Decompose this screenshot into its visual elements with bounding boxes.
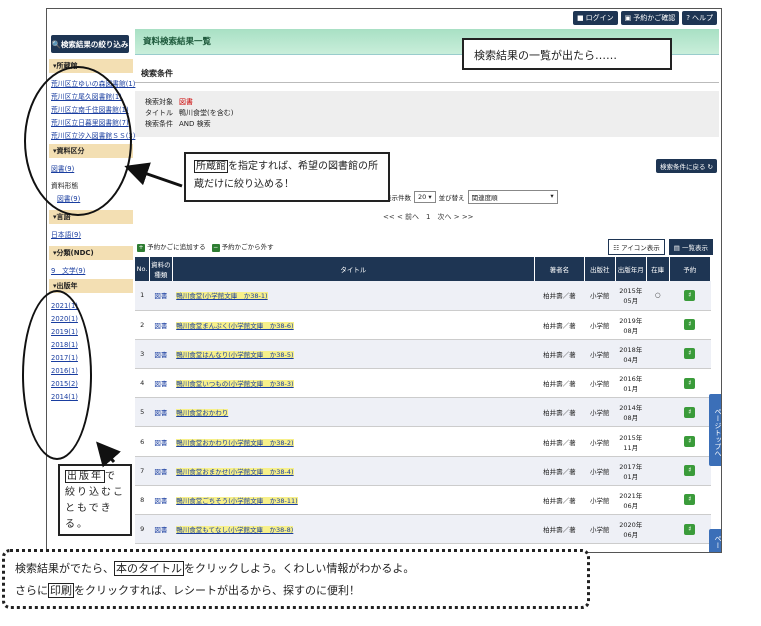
- cart-button[interactable]: ▣ 予約かご確認: [620, 11, 680, 25]
- help-icon: ?: [686, 14, 690, 22]
- reserve-icon[interactable]: ♯: [684, 494, 696, 506]
- add-to-cart-button[interactable]: + 予約かごに追加する: [137, 241, 206, 252]
- language-item[interactable]: 日本語(9): [47, 227, 133, 240]
- cart-icon: ▣: [624, 14, 632, 22]
- table-row: 5 図書 鴨川食堂おかわり 柏井壽／著 小学館 2014年08月 ♯: [135, 397, 711, 428]
- help-button[interactable]: ? ヘルプ: [682, 11, 717, 25]
- conditions-box: 検索対象 図書 タイトル 鴨川食堂(を含む) 検索条件 AND 検索: [135, 91, 719, 137]
- table-row: 1 図書 鴨川食堂(小学館文庫 か38-1) 柏井壽／著 小学館 2015年05月 ○ ♯: [135, 281, 711, 311]
- col-author: 著者名: [534, 257, 585, 281]
- cart-actions: + 予約かごに追加する − 予約かごから外す: [137, 241, 274, 252]
- ndc-section[interactable]: ▾分類(NDC): [49, 246, 133, 260]
- top-bar: ■ ログイン ▣ 予約かご確認 ? ヘルプ: [47, 9, 721, 27]
- cart-add-icon: +: [137, 244, 145, 252]
- pager[interactable]: << < 前へ 1 次へ > >>: [383, 212, 474, 222]
- remove-from-cart-button[interactable]: − 予約かごから外す: [211, 241, 274, 252]
- reserve-icon[interactable]: ♯: [684, 319, 696, 331]
- instruction-note: 検索結果がでたら、 本のタイトル をクリックしよう。くわしい情報がわかるよ。 さらに…: [2, 549, 590, 609]
- list-view-button[interactable]: ▤ 一覧表示: [668, 239, 713, 255]
- table-row: 9 図書 鴨川食堂もてなし(小学館文庫 か38-8) 柏井壽／著 小学館 2020年06月…: [135, 514, 711, 545]
- refine-header[interactable]: 🔍 検索結果の絞り込み: [51, 35, 129, 53]
- sort-select[interactable]: 関連度順 ▾: [467, 190, 558, 204]
- col-stock: 在庫: [646, 257, 670, 281]
- page-top-button[interactable]: ページトップへ: [709, 394, 721, 466]
- reserve-icon[interactable]: ♯: [684, 348, 696, 360]
- col-publisher: 出版社: [584, 257, 616, 281]
- browser-frame: ■ ログイン ▣ 予約かご確認 ? ヘルプ 🔍 検索結果の絞り込み ▾所蔵館 荒川区立ゆ…: [46, 8, 722, 553]
- table-row: 7 図書 鴨川食堂おまかせ(小学館文庫 か38-4) 柏井壽／著 小学館 2017年01月…: [135, 456, 711, 486]
- per-page-select[interactable]: 20 ▾: [414, 191, 436, 203]
- library-highlight-oval: [24, 66, 132, 216]
- book-title-link[interactable]: 鴨川食堂ごちそう(小学館文庫 か38-11): [176, 496, 298, 505]
- back-to-conditions-button[interactable]: 検索条件に戻る ↻: [655, 159, 717, 173]
- col-type: 資料の種類: [149, 257, 173, 281]
- year-callout: 出版年 で絞り込むこともできる。: [58, 464, 132, 536]
- table-row: 8 図書 鴨川食堂ごちそう(小学館文庫 か38-11) 柏井壽／著 小学館 2021年06…: [135, 485, 711, 516]
- col-reserve: 予約: [669, 257, 712, 281]
- condition-row: 検索条件 AND 検索: [145, 120, 211, 128]
- book-title-link[interactable]: 鴨川食堂はんなり(小学館文庫 か38-5): [176, 350, 294, 359]
- login-button[interactable]: ■ ログイン: [573, 11, 618, 25]
- col-title: タイトル: [172, 257, 536, 281]
- reserve-icon[interactable]: ♯: [684, 436, 696, 448]
- reserve-icon[interactable]: ♯: [684, 289, 696, 301]
- book-title-link[interactable]: 鴨川食堂おかわり: [176, 409, 229, 418]
- reserve-icon[interactable]: ♯: [684, 377, 696, 389]
- table-row: 3 図書 鴨川食堂はんなり(小学館文庫 か38-5) 柏井壽／著 小学館 2018年04月…: [135, 339, 711, 370]
- year-highlight-oval: [22, 290, 92, 460]
- results-table: No. 資料の種類 タイトル 著者名 出版社 出版年月 在庫 予約 1 図書 鴨川食…: [135, 257, 712, 545]
- library-callout: 所蔵館 を指定すれば、希望の図書館の所蔵だけに絞り込める！: [184, 152, 390, 202]
- book-title-link[interactable]: 鴨川食堂(小学館文庫 か38-1): [176, 292, 268, 301]
- book-title-link[interactable]: 鴨川食堂いつもの(小学館文庫 か38-3): [176, 380, 294, 389]
- results-callout: 検索結果の一覧が出たら……: [462, 38, 672, 70]
- reserve-icon[interactable]: ♯: [684, 465, 696, 477]
- lock-icon: ■: [577, 14, 584, 22]
- search-icon: 🔍: [51, 39, 61, 49]
- table-row: 2 図書 鴨川食堂まんぷく(小学館文庫 か38-6) 柏井壽／著 小学館 2019年08月…: [135, 310, 711, 340]
- book-title-link[interactable]: 鴨川食堂まんぷく(小学館文庫 か38-6): [176, 321, 294, 330]
- table-row: 4 図書 鴨川食堂いつもの(小学館文庫 か38-3) 柏井壽／著 小学館 2016年01月…: [135, 368, 711, 399]
- col-no: No.: [135, 257, 151, 281]
- ndc-item[interactable]: 9 文学(9): [47, 263, 133, 276]
- main-content: 資料検索結果一覧 検索条件 検索対象 図書 タイトル 鴨川食堂(を含む) 検索条件 A…: [135, 29, 719, 549]
- condition-row: タイトル 鴨川食堂(を含む): [145, 109, 234, 117]
- icon-view-button[interactable]: ☷ アイコン表示: [608, 239, 665, 255]
- reserve-icon[interactable]: ♯: [684, 523, 696, 535]
- view-toggle: ☷ アイコン表示 ▤ 一覧表示: [608, 239, 713, 255]
- reserve-icon[interactable]: ♯: [684, 406, 696, 418]
- table-row: 6 図書 鴨川食堂おかわり(小学館文庫 か38-2) 柏井壽／著 小学館 2015年11月…: [135, 426, 711, 457]
- book-title-link[interactable]: 鴨川食堂もてなし(小学館文庫 か38-8): [176, 526, 294, 535]
- book-title-link[interactable]: 鴨川食堂おまかせ(小学館文庫 か38-4): [176, 467, 294, 476]
- sort-bar: 表示件数 20 ▾ 並び替え 関連度順 ▾: [385, 190, 558, 204]
- cart-remove-icon: −: [211, 244, 220, 252]
- refresh-icon: ↻: [707, 163, 713, 171]
- condition-row: 検索対象 図書: [145, 98, 193, 106]
- col-date: 出版年月: [615, 257, 647, 281]
- book-title-link[interactable]: 鴨川食堂おかわり(小学館文庫 か38-2): [176, 438, 294, 447]
- page-top-button-2[interactable]: ペー: [709, 529, 721, 552]
